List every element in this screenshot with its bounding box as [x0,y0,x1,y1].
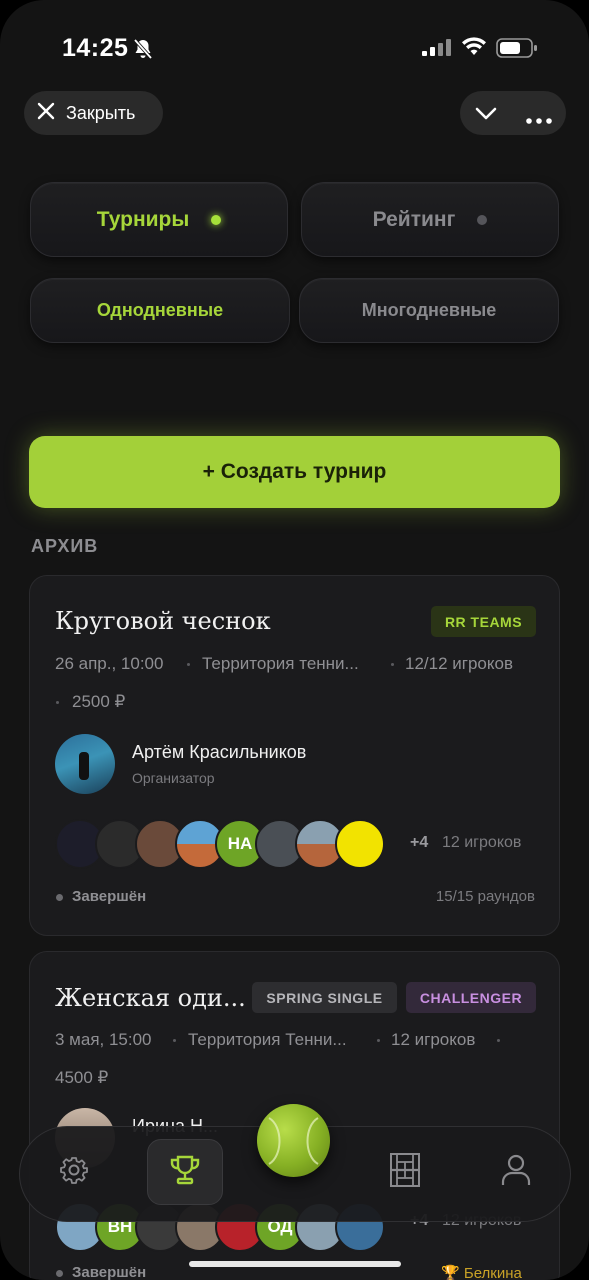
tab-multi-day[interactable]: Многодневные [299,278,559,343]
battery-icon [496,38,538,63]
tournament-rounds: 15/15 раундов [435,888,535,905]
tournament-badge: CHALLENGER [406,982,536,1013]
tab-settings[interactable] [36,1139,112,1205]
meta-separator [391,663,394,666]
header-actions [460,91,566,135]
tournament-title: Женская оди... [55,984,246,1012]
tab-one-day[interactable]: Однодневные [30,278,290,343]
more-dots-icon[interactable] [526,111,552,129]
settings-icon [59,1155,89,1190]
tab-one-day-label: Однодневные [96,300,224,320]
meta-separator [497,1039,500,1042]
tournament-badge: SPRING SINGLE [252,982,397,1013]
active-indicator-dot [211,214,222,225]
more-participants: +4 [410,834,429,851]
tab-profile[interactable] [478,1139,554,1205]
players-label: 12 игроков [442,834,522,851]
profile-icon [499,1152,533,1193]
close-button[interactable]: Закрыть [24,91,163,135]
status-bar: 14:25 [0,30,589,66]
tennis-ball-icon[interactable] [257,1104,330,1177]
organizer-avatar[interactable] [55,734,115,794]
tab-rating[interactable]: Рейтинг [301,182,559,257]
trophy-icon: 🏆 [441,1265,460,1280]
tournament-card[interactable]: Круговой чеснок RR TEAMS 26 апр., 10:00 … [29,575,560,936]
meta-separator [173,1039,176,1042]
meta-separator [56,701,59,704]
avatar [335,819,385,869]
tournament-title: Круговой чеснок [55,607,271,635]
tournament-date: 3 мая, 15:00 [55,1030,152,1049]
tournament-date: 26 апр., 10:00 [55,654,164,673]
tournament-venue: Территория Тенни... [188,1030,347,1049]
tab-multi-day-label: Многодневные [361,300,497,320]
tournament-price: 2500 ₽ [72,692,126,711]
trophy-icon [167,1152,203,1193]
bell-slash-icon [132,38,154,65]
tournament-players-count: 12/12 игроков [405,654,513,673]
tab-courts[interactable] [367,1139,443,1205]
meta-separator [377,1039,380,1042]
winner: 🏆 Белкина [441,1264,559,1280]
inactive-indicator-dot [477,214,488,225]
wifi-icon [461,37,487,62]
tournament-venue: Территория тенни... [202,654,359,673]
participants-avatars[interactable]: НА [55,819,415,869]
tournament-status: Завершён [72,1264,147,1280]
home-indicator [189,1261,401,1267]
status-time: 14:25 [62,34,129,62]
tournament-badge: RR TEAMS [431,606,536,637]
court-icon [388,1152,422,1193]
organizer-role: Организатор [132,770,215,786]
tournament-status: Завершён [72,888,147,905]
close-icon [36,101,56,126]
status-dot [56,894,63,901]
tab-rating-label: Рейтинг [372,207,456,231]
app-screen: 14:25 Закрыть Турниры Рейтинг Однодневны… [0,0,589,1280]
organizer-name: Артём Красильников [132,742,307,762]
create-tournament-button[interactable]: + Создать турнир [29,436,560,508]
signal-icon [422,39,452,62]
section-archive-label: АРХИВ [31,536,99,556]
tab-tournaments-label: Турниры [96,207,190,231]
meta-separator [187,663,190,666]
tab-tournaments[interactable]: Турниры [30,182,288,257]
tab-tournaments-nav[interactable] [147,1139,223,1205]
chevron-down-icon[interactable] [474,101,498,130]
tournament-price: 4500 ₽ [55,1068,109,1087]
status-dot [56,1270,63,1277]
winner-name: Белкина [463,1265,522,1280]
close-label: Закрыть [66,102,136,123]
tournament-players-count: 12 игроков [391,1030,476,1049]
